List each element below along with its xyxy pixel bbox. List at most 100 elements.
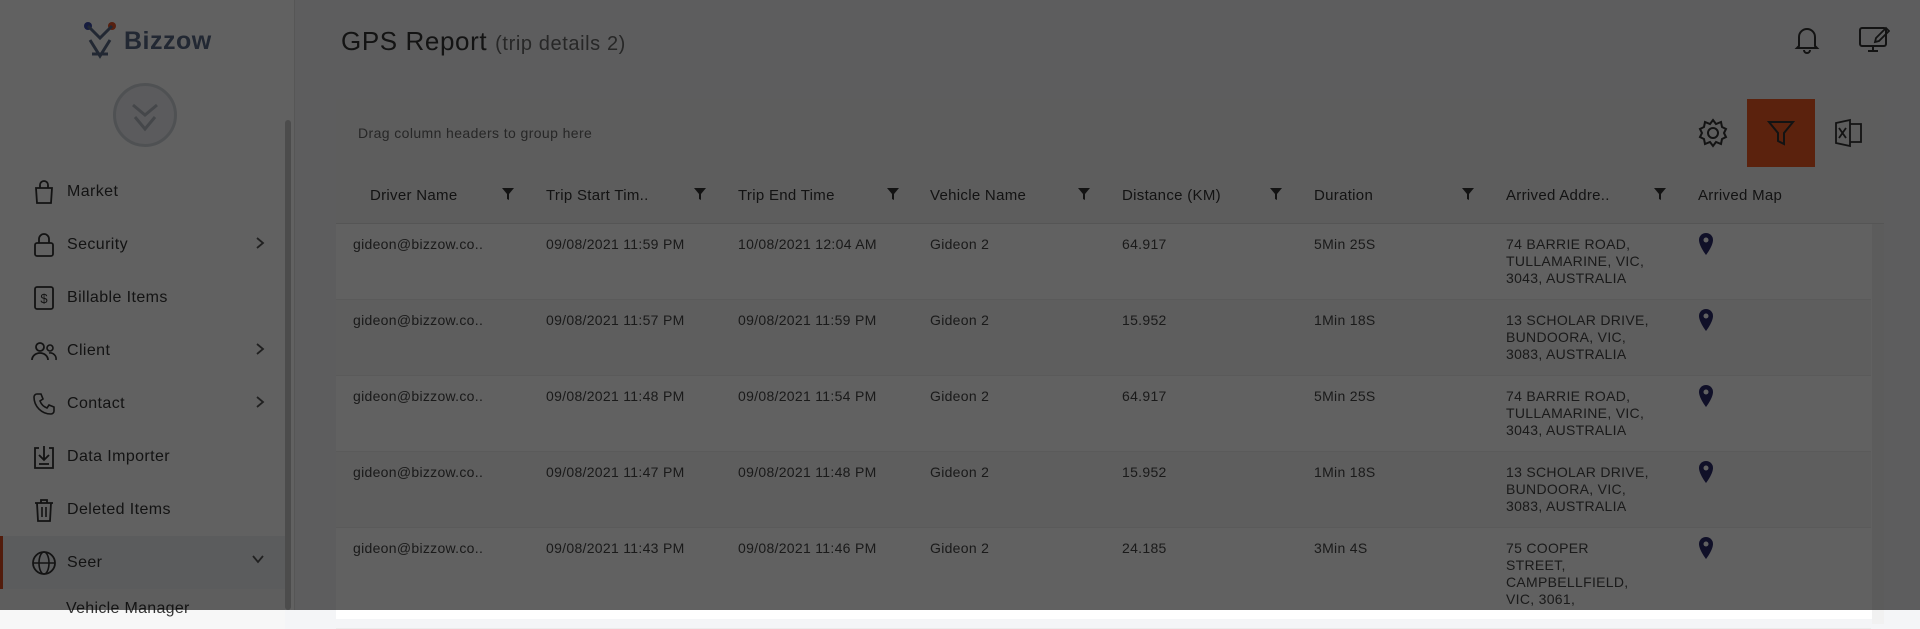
sidebar: Bizzow Market Security $ Billable Items	[0, 0, 295, 629]
page-title: GPS Report (trip details 2)	[341, 26, 626, 57]
avatar[interactable]	[113, 83, 177, 147]
sidebar-item-billable-items[interactable]: $ Billable Items	[0, 271, 285, 324]
column-filter-icon[interactable]	[693, 187, 707, 201]
edit-screen-icon	[1859, 26, 1891, 52]
chevron-right-icon	[256, 343, 265, 355]
main-content: GPS Report (trip details 2) Drag column h…	[295, 0, 1920, 629]
column-filter-icon[interactable]	[1461, 187, 1475, 201]
column-header-driver-name[interactable]: Driver Name	[370, 167, 457, 223]
logo-text: Bizzow	[124, 26, 212, 55]
sidebar-item-contact[interactable]: Contact	[0, 377, 285, 430]
trash-icon	[30, 496, 58, 524]
cell-vehicle: Gideon 2	[930, 312, 990, 328]
column-filter-icon[interactable]	[501, 187, 515, 201]
sidebar-item-label: Seer	[67, 553, 103, 571]
cell-driver: gideon@bizzow.co..	[353, 312, 484, 328]
table-row[interactable]: gideon@bizzow.co.. 09/08/2021 11:47 PM 0…	[336, 452, 1871, 528]
column-header-trip-end-time[interactable]: Trip End Time	[738, 167, 835, 223]
sidebar-item-label: Data Importer	[67, 447, 171, 465]
group-placeholder-text: Drag column headers to group here	[358, 125, 593, 141]
shopping-bag-icon	[30, 178, 58, 206]
svg-text:$: $	[40, 291, 48, 306]
cell-address: 13 SCHOLAR DRIVE, BUNDOORA, VIC, 3083, A…	[1506, 312, 1649, 362]
cell-distance: 64.917	[1122, 236, 1167, 252]
column-header-vehicle-name[interactable]: Vehicle Name	[930, 167, 1026, 223]
excel-icon	[1835, 118, 1862, 148]
cell-address: 74 BARRIE ROAD, TULLAMARINE, VIC, 3043, …	[1506, 236, 1645, 286]
cell-duration: 5Min 25S	[1314, 236, 1376, 252]
cell-start-time: 09/08/2021 11:43 PM	[546, 540, 685, 556]
column-filter-icon[interactable]	[1077, 187, 1091, 201]
sidebar-item-label: Billable Items	[67, 288, 168, 306]
cell-driver: gideon@bizzow.co..	[353, 388, 484, 404]
table-row[interactable]: gideon@bizzow.co.. 09/08/2021 11:48 PM 0…	[336, 376, 1871, 452]
column-filter-icon[interactable]	[886, 187, 900, 201]
phone-icon	[30, 390, 58, 418]
sidebar-item-seer[interactable]: Seer	[0, 536, 285, 589]
notification-bell-button[interactable]	[1794, 24, 1820, 59]
cell-vehicle: Gideon 2	[930, 388, 990, 404]
column-header-arrived-map[interactable]: Arrived Map	[1698, 167, 1782, 223]
column-header-arrived-address[interactable]: Arrived Addre..	[1506, 167, 1610, 223]
app-logo[interactable]: Bizzow	[80, 20, 212, 62]
map-pin-icon[interactable]	[1698, 384, 1714, 408]
sidebar-item-client[interactable]: Client	[0, 324, 285, 377]
grid-header-row: Driver Name Trip Start Tim.. Trip End Ti…	[336, 167, 1884, 224]
chevron-right-icon	[256, 237, 265, 249]
cell-duration: 1Min 18S	[1314, 312, 1376, 328]
cell-distance: 24.185	[1122, 540, 1167, 556]
sidebar-item-label: Security	[67, 235, 128, 253]
grid-settings-button[interactable]	[1679, 99, 1747, 167]
cell-start-time: 09/08/2021 11:48 PM	[546, 388, 685, 404]
map-pin-icon[interactable]	[1698, 460, 1714, 484]
sidebar-item-label: Deleted Items	[67, 500, 171, 518]
sidebar-item-market[interactable]: Market	[0, 165, 285, 218]
sidebar-scrollbar[interactable]	[285, 120, 291, 610]
cell-vehicle: Gideon 2	[930, 236, 990, 252]
column-header-duration[interactable]: Duration	[1314, 167, 1373, 223]
cell-start-time: 09/08/2021 11:59 PM	[546, 236, 685, 252]
cell-duration: 5Min 25S	[1314, 388, 1376, 404]
map-pin-icon[interactable]	[1698, 308, 1714, 332]
cell-end-time: 09/08/2021 11:59 PM	[738, 312, 877, 328]
cell-duration: 1Min 18S	[1314, 464, 1376, 480]
table-row[interactable]: gideon@bizzow.co.. 09/08/2021 11:57 PM 0…	[336, 300, 1871, 376]
avatar-logo-icon	[132, 103, 158, 132]
funnel-icon	[1766, 121, 1796, 146]
table-row[interactable]: gideon@bizzow.co.. 09/08/2021 11:59 PM 1…	[336, 224, 1871, 300]
export-excel-button[interactable]	[1815, 99, 1883, 167]
page-subtitle: (trip details 2)	[495, 33, 626, 55]
cell-address: 74 BARRIE ROAD, TULLAMARINE, VIC, 3043, …	[1506, 388, 1645, 438]
column-header-trip-start-time[interactable]: Trip Start Tim..	[546, 167, 649, 223]
bizzow-logo-icon	[84, 22, 116, 59]
column-header-distance[interactable]: Distance (KM)	[1122, 167, 1221, 223]
cell-distance: 15.952	[1122, 312, 1167, 328]
column-filter-icon[interactable]	[1269, 187, 1283, 201]
grid-scrollbar[interactable]	[1872, 224, 1884, 624]
cell-vehicle: Gideon 2	[930, 464, 990, 480]
filter-toggle-button[interactable]	[1747, 99, 1815, 167]
chevron-right-icon	[256, 396, 265, 408]
map-pin-icon[interactable]	[1698, 536, 1714, 560]
cell-driver: gideon@bizzow.co..	[353, 464, 484, 480]
cell-end-time: 09/08/2021 11:48 PM	[738, 464, 877, 480]
sidebar-item-deleted-items[interactable]: Deleted Items	[0, 483, 285, 536]
sidebar-subitem-vehicle-manager[interactable]: Vehicle Manager	[0, 589, 285, 629]
table-row[interactable]: gideon@bizzow.co.. 09/08/2021 11:43 PM 0…	[336, 528, 1871, 629]
sidebar-item-data-importer[interactable]: Data Importer	[0, 430, 285, 483]
cell-driver: gideon@bizzow.co..	[353, 540, 484, 556]
map-pin-icon[interactable]	[1698, 232, 1714, 256]
import-icon	[30, 443, 58, 471]
cell-start-time: 09/08/2021 11:47 PM	[546, 464, 685, 480]
cell-distance: 15.952	[1122, 464, 1167, 480]
cell-address: 75 COOPER STREET, CAMPBELLFIELD, VIC, 30…	[1506, 540, 1629, 607]
cell-end-time: 09/08/2021 11:54 PM	[738, 388, 877, 404]
compose-button[interactable]	[1858, 24, 1891, 59]
cell-end-time: 09/08/2021 11:46 PM	[738, 540, 877, 556]
sidebar-item-security[interactable]: Security	[0, 218, 285, 271]
column-filter-icon[interactable]	[1653, 187, 1667, 201]
lock-icon	[30, 231, 58, 259]
cell-vehicle: Gideon 2	[930, 540, 990, 556]
cell-address: 13 SCHOLAR DRIVE, BUNDOORA, VIC, 3083, A…	[1506, 464, 1649, 514]
group-drop-area[interactable]: Drag column headers to group here	[336, 99, 1884, 167]
